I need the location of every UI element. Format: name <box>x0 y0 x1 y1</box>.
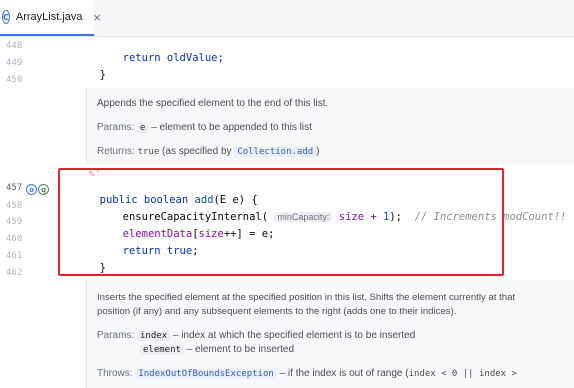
doc-description: position (if any) and any subsequent ele… <box>97 306 457 317</box>
tab-arraylist-java[interactable]: C ArrayList.java × <box>0 0 102 36</box>
line-number: 458 <box>6 201 23 211</box>
doc-label: Returns: <box>97 146 135 157</box>
doc-throws-desc: – if the index is out of range ( <box>279 368 409 379</box>
line-number: 459 <box>6 217 23 227</box>
doc-return-value: true <box>137 147 160 157</box>
doc-link-exception[interactable]: IndexOutOfBoundsException <box>135 369 277 379</box>
line-number: 457 <box>6 183 23 193</box>
doc-link-collection-add[interactable]: Collection.add <box>234 147 317 157</box>
doc-code: index < 0 || index > <box>408 369 517 379</box>
doc-param-desc: – index at which the specified element i… <box>172 330 416 341</box>
code-text: return oldValue; <box>122 52 224 64</box>
javadoc-block-add: Appends the specified element to the end… <box>86 88 574 164</box>
find-usages-icon[interactable]: q <box>38 184 49 195</box>
doc-return-desc: (as specified by <box>162 146 232 157</box>
line-number: 449 <box>6 58 23 68</box>
doc-throws: Throws: IndexOutOfBoundsException – if t… <box>97 368 517 379</box>
doc-label: Params: <box>97 122 135 133</box>
code-line-448: return oldValue; <box>110 40 224 64</box>
doc-text: ) <box>316 146 320 157</box>
line-number: 448 <box>6 41 23 51</box>
implements-method-icon[interactable]: o <box>26 184 37 195</box>
doc-param-name: element <box>140 345 184 355</box>
line-number: 462 <box>6 268 23 278</box>
code-line-449: } <box>87 57 106 81</box>
doc-param-desc: – element to be inserted <box>186 344 295 355</box>
doc-param-desc: – element to be appended to this list <box>151 122 312 133</box>
tab-label: ArrayList.java <box>15 11 83 23</box>
doc-param-name: e <box>137 123 149 133</box>
line-number: 461 <box>6 251 23 261</box>
javadoc-block-add-index: Inserts the specified element at the spe… <box>86 280 574 388</box>
doc-params-2: element – element to be inserted <box>140 344 294 355</box>
doc-label: Params: <box>97 330 135 341</box>
doc-params: Params: index – index at which the speci… <box>97 330 415 341</box>
close-icon[interactable]: × <box>93 11 102 24</box>
doc-label: Throws: <box>97 368 133 379</box>
doc-returns: Returns: true (as specified by Collectio… <box>97 146 320 157</box>
editor-tab-bar: C ArrayList.java × <box>0 0 574 37</box>
doc-params: Params: e – element to be appended to th… <box>97 122 312 133</box>
doc-param-name: index <box>137 331 171 341</box>
doc-description: Appends the specified element to the end… <box>97 98 329 109</box>
highlight-annotation-box <box>58 168 504 276</box>
line-number: 450 <box>6 75 23 85</box>
line-number: 460 <box>6 234 23 244</box>
java-class-icon: C <box>2 10 10 24</box>
code-text: } <box>99 69 106 81</box>
doc-description: Inserts the specified element at the spe… <box>97 292 516 303</box>
line-number-gutter: 448 449 450 457 458 459 460 461 462 o q <box>0 37 56 388</box>
